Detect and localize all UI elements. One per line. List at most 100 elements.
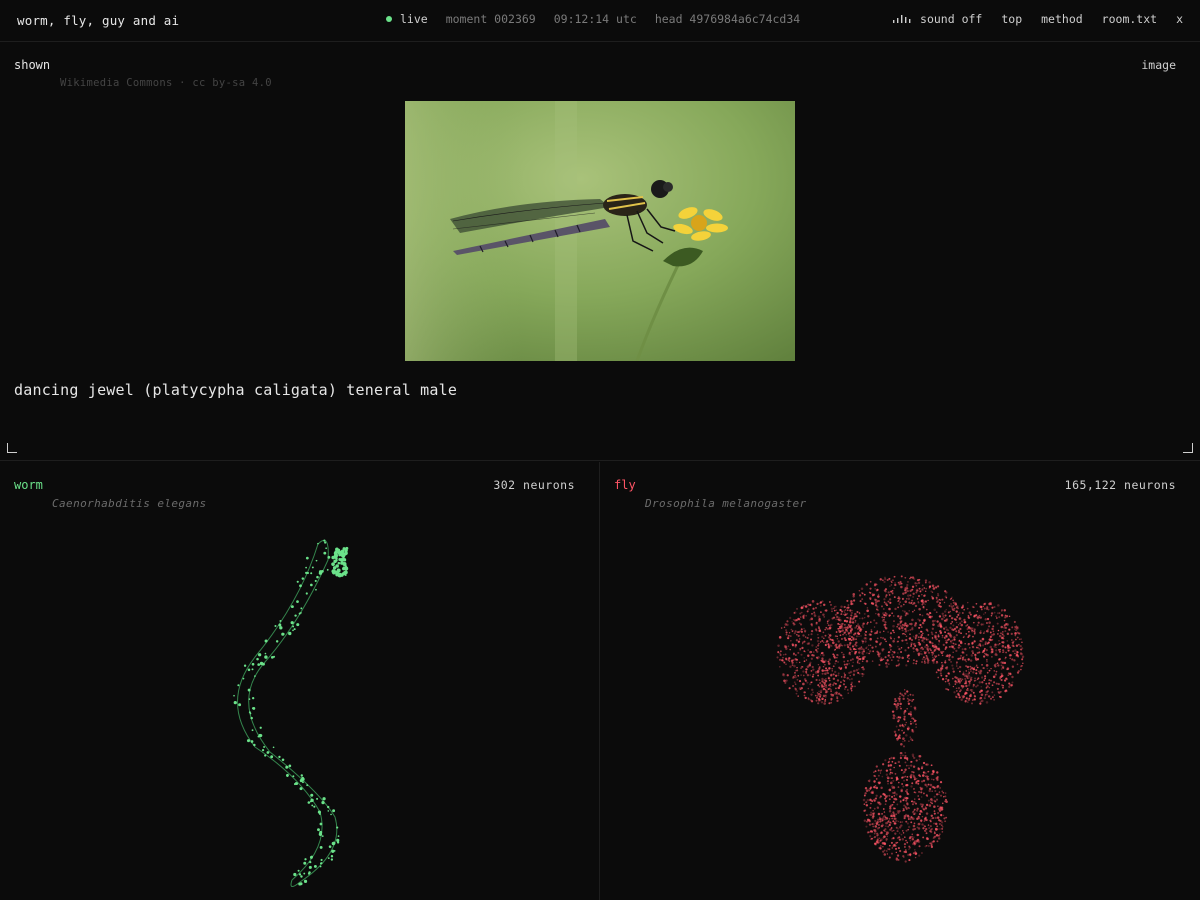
fly-neuron-dot xyxy=(857,668,860,670)
fly-neuron-dot xyxy=(884,830,886,832)
fly-neuron-dot xyxy=(939,786,942,789)
nav-room-txt-link[interactable]: room.txt xyxy=(1102,12,1157,26)
fly-neuron-dot xyxy=(810,617,814,621)
fly-neuron-dot xyxy=(902,737,905,740)
close-button[interactable]: x xyxy=(1176,12,1183,26)
fly-neuron-dot xyxy=(846,677,849,680)
fly-neuron-dot xyxy=(887,631,890,634)
fly-neuron-dot xyxy=(802,617,805,619)
fly-neuron-dot xyxy=(893,638,896,640)
fly-neuron-dot xyxy=(898,663,901,665)
fly-neuron-dot xyxy=(904,600,908,603)
fly-neuron-dot xyxy=(943,601,946,604)
fly-neuron-dot xyxy=(822,687,826,691)
fly-neuron-dot xyxy=(915,759,918,762)
fly-neuron-dot xyxy=(898,603,900,605)
fly-neuron-dot xyxy=(944,795,947,798)
fly-neuron-dot xyxy=(912,647,915,650)
fly-neuron-dot xyxy=(848,635,851,638)
fly-neuron-dot xyxy=(780,627,783,629)
fly-neuron-dot xyxy=(883,589,887,592)
fly-neuron-dot xyxy=(927,634,930,636)
fly-neuron-dot xyxy=(941,598,944,601)
fly-neuron-dot xyxy=(811,688,814,692)
fly-neuron-dot xyxy=(985,649,988,652)
fly-neuron-dot xyxy=(828,627,832,630)
fly-neuron-dot xyxy=(835,618,838,621)
worm-neuron-dot xyxy=(266,751,270,754)
fly-neuron-dot xyxy=(867,779,870,782)
fly-neuron-dot xyxy=(1003,619,1006,622)
worm-neuron-dot xyxy=(300,875,303,878)
fly-neuron-dot xyxy=(866,798,870,802)
fly-neuron-dot xyxy=(1011,675,1014,679)
fly-neuron-dot xyxy=(889,646,892,649)
fly-neuron-dot xyxy=(857,623,860,626)
fly-neuron-dot xyxy=(1000,632,1002,634)
fly-neuron-dot xyxy=(932,816,935,820)
worm-neuron-dot xyxy=(303,879,308,883)
fly-neuron-dot xyxy=(955,621,958,624)
fly-neuron-dot xyxy=(810,633,813,636)
fly-neuron-dot xyxy=(823,637,825,640)
fly-neuron-dot xyxy=(794,675,797,679)
fly-neuron-dot xyxy=(899,622,902,624)
fly-neuron-dot xyxy=(964,658,967,661)
fly-neuron-dot xyxy=(991,696,994,699)
fly-neuron-dot xyxy=(869,806,872,809)
fly-neuron-dot xyxy=(863,622,865,625)
fly-neuron-dot xyxy=(879,795,882,798)
nav-top-link[interactable]: top xyxy=(1001,12,1022,26)
fly-neuron-dot xyxy=(807,634,810,636)
fly-neuron-dot xyxy=(796,607,798,610)
fly-neuron-dot xyxy=(880,786,883,790)
fly-neuron-dot xyxy=(867,615,870,618)
fly-neuron-dot xyxy=(938,791,941,793)
fly-neuron-dot xyxy=(915,584,918,587)
damselfly-photo xyxy=(405,101,795,361)
fly-neuron-dot xyxy=(922,792,925,795)
fly-neuron-dot xyxy=(913,808,916,811)
fly-neuron-dot xyxy=(930,631,933,634)
fly-neuron-dot xyxy=(837,686,841,690)
fly-neuron-dot xyxy=(883,630,885,633)
fly-neuron-dot xyxy=(871,823,874,826)
fly-neuron-dot xyxy=(800,653,803,656)
fly-neuron-dot xyxy=(860,635,862,637)
nav-method-link[interactable]: method xyxy=(1041,12,1083,26)
fly-neuron-dot xyxy=(918,578,921,581)
fly-neuron-dot xyxy=(918,854,921,857)
fly-neuron-dot xyxy=(931,656,934,659)
fly-neuron-dot xyxy=(969,670,972,673)
fly-neuron-dot xyxy=(809,603,812,607)
fly-neuron-dot xyxy=(901,656,904,660)
fly-neuron-dot xyxy=(917,795,919,797)
fly-neuron-dot xyxy=(882,658,885,660)
worm-neuron-dot xyxy=(250,740,254,743)
fly-neuron-dot xyxy=(964,682,966,685)
fly-neuron-dot xyxy=(965,625,967,627)
sound-toggle-button[interactable]: sound off xyxy=(892,12,982,26)
fly-neuron-dot xyxy=(891,650,894,653)
fly-neuron-dot xyxy=(936,816,940,819)
fly-neuron-dot xyxy=(887,761,890,764)
fly-neuron-dot xyxy=(986,658,988,661)
fly-neuron-dot xyxy=(927,659,930,662)
fly-neuron-dot xyxy=(805,614,808,617)
fly-neuron-dot xyxy=(890,580,893,583)
fly-neuron-dot xyxy=(897,828,899,830)
fly-neuron-dot xyxy=(952,605,955,607)
fly-neuron-dot xyxy=(966,627,969,631)
fly-neuron-dot xyxy=(820,691,822,694)
fly-neuron-dot xyxy=(1013,628,1016,631)
fly-neuron-dot xyxy=(911,833,914,836)
fly-neuron-dot xyxy=(936,620,939,623)
fly-neuron-dot xyxy=(896,625,898,628)
fly-neuron-dot xyxy=(917,594,921,598)
fly-neuron-dot xyxy=(814,628,818,631)
fly-neuron-dot xyxy=(806,610,809,613)
fly-neuron-dot xyxy=(898,656,901,659)
fly-neuron-dot xyxy=(875,765,878,768)
fly-neuron-dot xyxy=(866,623,868,625)
fly-neuron-dot xyxy=(812,651,815,654)
